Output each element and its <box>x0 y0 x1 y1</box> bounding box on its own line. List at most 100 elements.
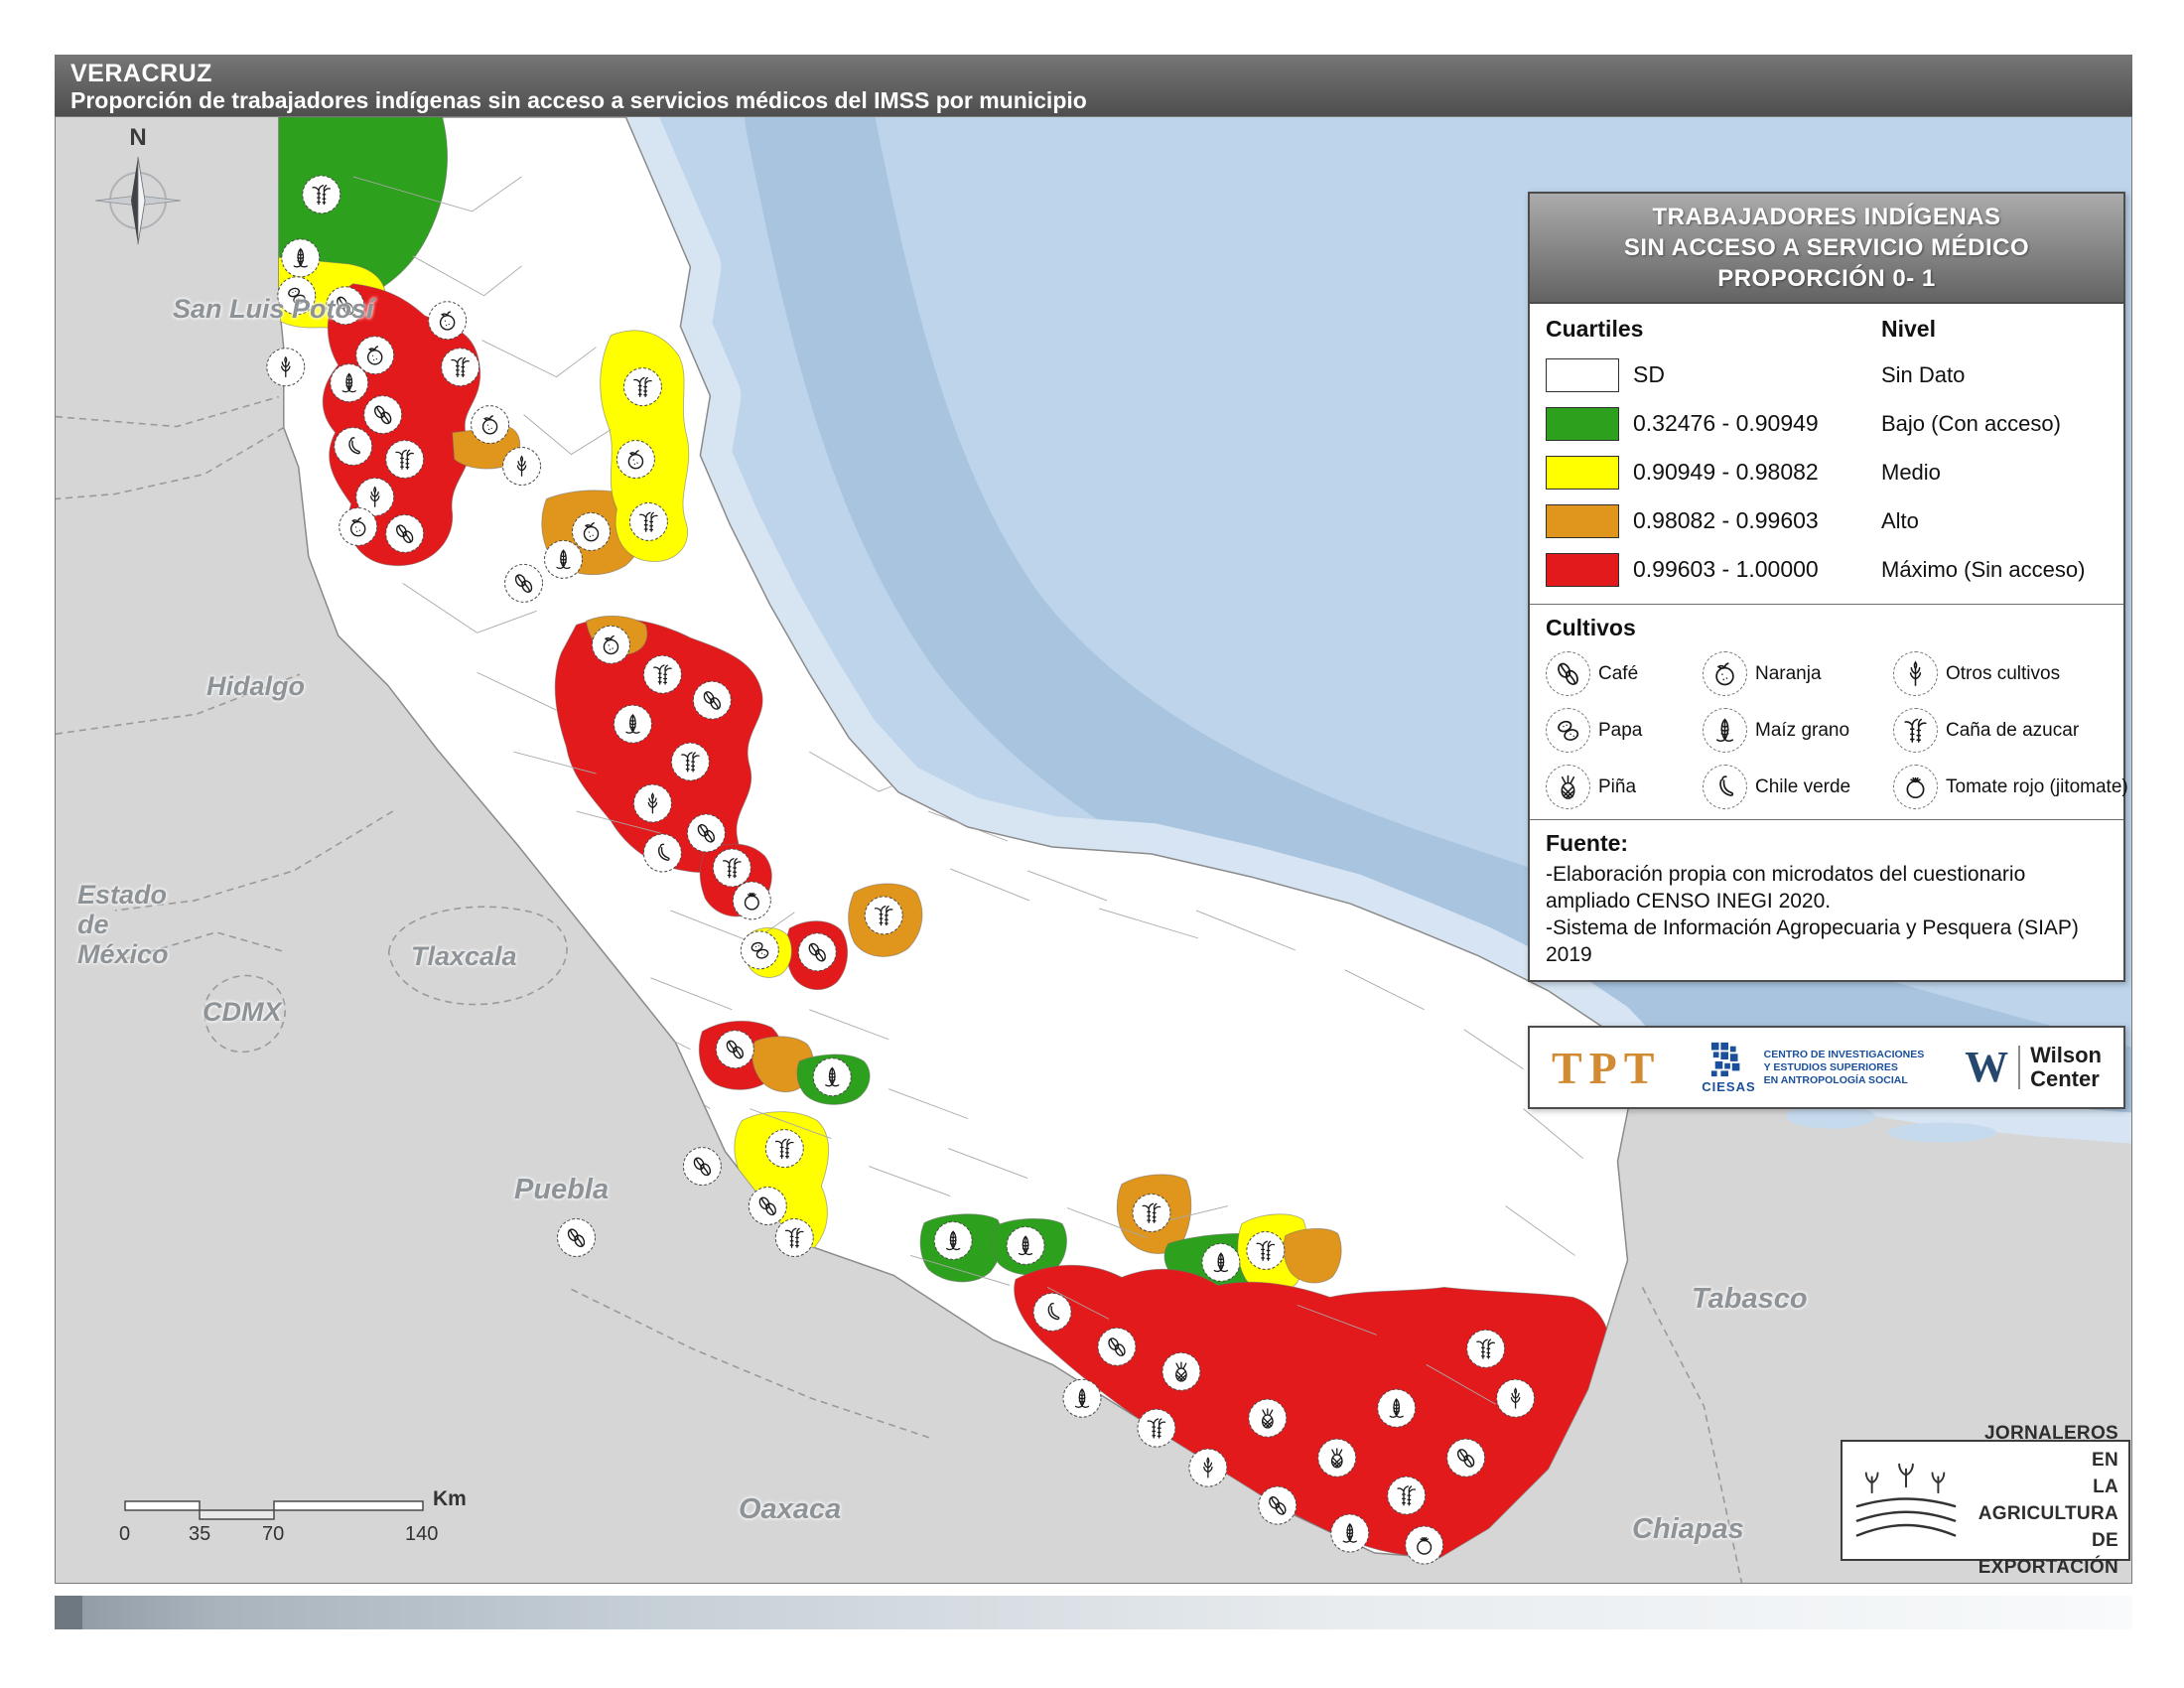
map-title: VERACRUZ <box>70 60 2116 87</box>
crop-marker-maiz <box>1202 1243 1240 1281</box>
swatch-sin-dato <box>1546 358 1619 392</box>
state-label-hidalgo: Hidalgo <box>206 671 305 702</box>
tomate-icon <box>1893 765 1938 809</box>
cultivo-naranja: Naranja <box>1703 651 1893 696</box>
legend-class-row: 0.32476 - 0.90949 Bajo (Con acceso) <box>1546 399 2108 448</box>
state-label-san-luis-potosi: San Luis Potosí <box>173 294 374 325</box>
wilson-divider <box>2018 1046 2020 1089</box>
level-sin-dato: Sin Dato <box>1881 362 1965 388</box>
scale-bar: Km 0 35 70 140 <box>85 1487 502 1549</box>
fuente-title: Fuente: <box>1546 830 2108 857</box>
cultivo-chile: Chile verde <box>1703 765 1893 809</box>
level-bajo: Bajo (Con acceso) <box>1881 411 2061 437</box>
crop-marker-maiz <box>934 1221 972 1259</box>
state-label-cdmx: CDMX <box>203 997 282 1028</box>
crop-marker-cafe <box>749 1188 786 1225</box>
crop-marker-otros <box>1497 1379 1535 1417</box>
crop-marker-tomate <box>1406 1526 1443 1564</box>
cultivo-cafe: Café <box>1546 651 1703 696</box>
crop-marker-otros <box>267 349 305 386</box>
otros-cultivos-icon <box>1893 651 1938 696</box>
scale-tick-35: 35 <box>189 1523 210 1546</box>
legend-class-row: 0.90949 - 0.98082 Medio <box>1546 448 2108 496</box>
jornaleros-line-2: LA AGRICULTURA <box>1964 1474 2118 1527</box>
papa-icon <box>1546 708 1590 753</box>
swatch-bajo <box>1546 407 1619 441</box>
cultivo-label: Tomate rojo (jitomate) <box>1946 776 2128 798</box>
crop-marker-naranja <box>616 441 654 479</box>
scale-tick-140: 140 <box>405 1523 438 1546</box>
bottom-gradient-strip <box>55 1596 2132 1629</box>
crop-marker-naranja <box>340 507 377 545</box>
crop-marker-cafe <box>687 814 725 852</box>
crop-marker-maiz <box>331 364 368 402</box>
jornaleros-line-1: JORNALEROS EN <box>1964 1420 2118 1474</box>
scale-tick-70: 70 <box>262 1523 284 1546</box>
state-label-oaxaca: Oaxaca <box>739 1493 841 1526</box>
level-maximo: Máximo (Sin acceso) <box>1881 557 2085 583</box>
crop-marker-cana <box>1467 1330 1505 1367</box>
crop-marker-cana <box>643 655 681 693</box>
crop-marker-pina <box>1318 1439 1356 1477</box>
crop-marker-maiz <box>614 705 651 743</box>
legend-column-headers: Cuartiles Nivel <box>1546 316 2108 343</box>
crop-marker-cana <box>1133 1195 1170 1232</box>
crop-marker-cafe <box>1447 1439 1485 1477</box>
page: VERACRUZ Proporción de trabajadores indí… <box>0 0 2184 1688</box>
crop-marker-papa <box>741 931 778 969</box>
jornaleros-line-3: DE EXPORTACIÓN <box>1964 1527 2118 1581</box>
cultivo-cana: Caña de azucar <box>1893 708 2128 753</box>
crop-marker-pina <box>1249 1399 1287 1437</box>
crop-marker-naranja <box>573 512 611 550</box>
cultivo-label: Caña de azucar <box>1946 720 2079 742</box>
crop-marker-naranja <box>592 626 629 663</box>
cafe-icon <box>1546 651 1590 696</box>
state-label-chiapas: Chiapas <box>1632 1513 1744 1546</box>
crop-marker-maiz <box>813 1058 851 1096</box>
crop-marker-maiz <box>1007 1226 1044 1264</box>
ciesas-logo: CIESAS CENTRO DE INVESTIGACIONES Y ESTUD… <box>1702 1041 1924 1094</box>
crop-marker-maiz <box>1331 1514 1369 1552</box>
legend-divider <box>1530 604 2123 605</box>
fuente-line-2: -Sistema de Información Agropecuaria y P… <box>1546 914 2108 968</box>
coastal-lagoon <box>1887 1123 1996 1143</box>
cultivo-tomate: Tomate rojo (jitomate) <box>1893 765 2128 809</box>
ciesas-line-2: Y ESTUDIOS SUPERIORES <box>1764 1061 1925 1074</box>
naranja-icon <box>1703 651 1747 696</box>
crop-marker-maiz <box>282 239 320 277</box>
ciesas-line-1: CENTRO DE INVESTIGACIONES <box>1764 1049 1925 1061</box>
legend-panel: TRABAJADORES INDÍGENAS SIN ACCESO A SERV… <box>1528 192 2125 982</box>
compass-north-label: N <box>83 125 193 151</box>
crop-marker-cana <box>671 743 709 780</box>
crop-marker-cafe <box>1259 1486 1297 1524</box>
logo-strip: TPT CIESAS <box>1528 1026 2125 1109</box>
crop-marker-cana <box>713 849 751 887</box>
crop-marker-cafe <box>505 564 543 602</box>
crop-marker-naranja <box>472 406 509 444</box>
cultivo-label: Café <box>1598 663 1638 685</box>
crop-marker-otros <box>633 784 671 822</box>
compass-rose: N <box>83 125 193 256</box>
wilson-center-logo: W Wilson Center <box>1965 1044 2102 1091</box>
legend-class-row: SD Sin Dato <box>1546 351 2108 399</box>
crop-marker-otros <box>503 448 541 486</box>
legend-title-line1: TRABAJADORES INDÍGENAS <box>1534 202 2119 232</box>
crop-marker-tomate <box>733 882 770 919</box>
chile-verde-icon <box>1703 765 1747 809</box>
cultivo-maiz: Maíz grano <box>1703 708 1893 753</box>
legend-col-cuartiles: Cuartiles <box>1546 316 1881 343</box>
crop-marker-otros <box>1189 1449 1227 1486</box>
ciesas-mark-icon <box>1709 1041 1747 1078</box>
range-maximo: 0.99603 - 1.00000 <box>1633 556 1881 583</box>
crop-marker-chile <box>1033 1293 1071 1331</box>
swatch-maximo <box>1546 553 1619 587</box>
crop-marker-maiz <box>545 540 583 578</box>
cana-azucar-icon <box>1893 708 1938 753</box>
wilson-line-2: Center <box>2030 1067 2102 1091</box>
crop-marker-cana <box>623 368 661 406</box>
wilson-line-1: Wilson <box>2030 1044 2102 1067</box>
cultivo-otros: Otros cultivos <box>1893 651 2128 696</box>
region-alto <box>1284 1228 1341 1283</box>
jornaleros-field-icon <box>1852 1449 1960 1552</box>
cultivos-grid: Café Naranja Otros cultivos Papa <box>1546 651 2108 809</box>
